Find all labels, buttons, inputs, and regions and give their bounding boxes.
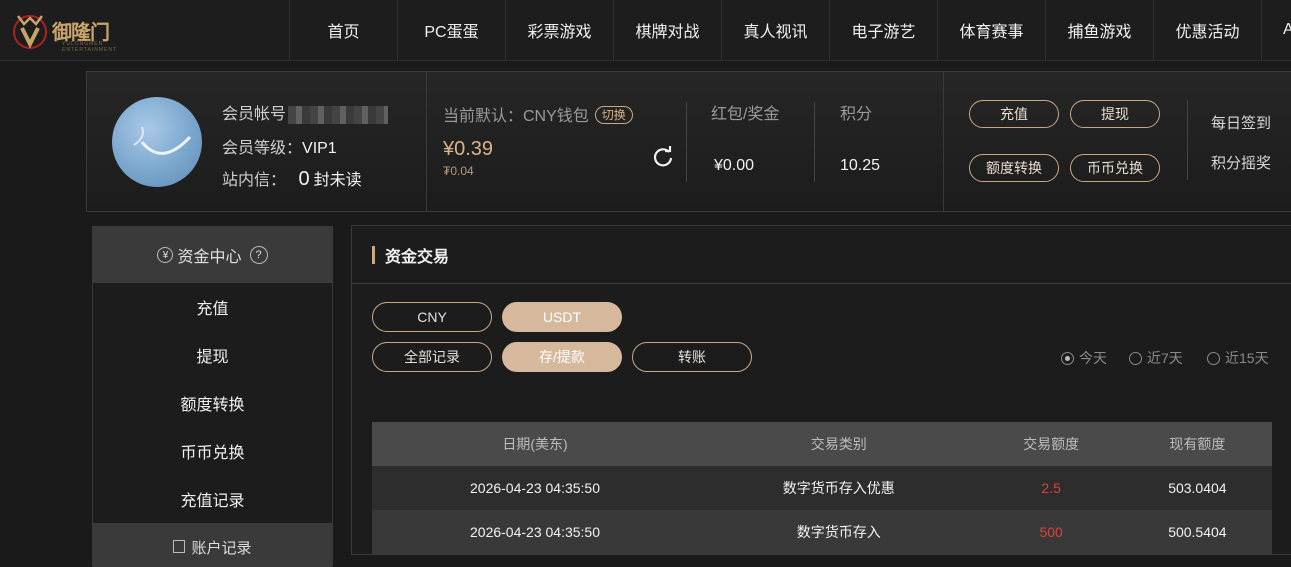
transactions-panel: 资金交易 CNY USDT 全部记录 存/提款 转账 今天 近7天 近15天 日… <box>351 225 1291 555</box>
nav-more[interactable]: A <box>1261 0 1291 60</box>
help-icon[interactable]: ? <box>249 246 268 264</box>
range-15-days-label: 近15天 <box>1225 350 1269 366</box>
col-balance: 现有额度 <box>1122 422 1272 466</box>
range-today-label: 今天 <box>1079 350 1107 366</box>
member-level: 会员等级：VIP1 <box>222 134 337 158</box>
nav-slots[interactable]: 电子游艺 <box>829 0 937 60</box>
wallet-balance: ¥0.39 <box>443 138 494 160</box>
sidebar-header-records: 账户记录 <box>93 523 332 567</box>
member-account: 会员帐号 <box>222 100 389 124</box>
inbox[interactable]: 站内信： 0 封未读 <box>222 166 362 191</box>
sidebar-item-transfer[interactable]: 额度转换 <box>93 379 332 427</box>
divider <box>426 72 427 211</box>
nav-lottery[interactable]: 彩票游戏 <box>505 0 613 60</box>
exchange-button[interactable]: 币币兑换 <box>1070 154 1160 182</box>
tab-cny[interactable]: CNY <box>372 302 492 332</box>
member-level-label: 会员等级： <box>222 140 303 157</box>
account-panel: 会员帐号 会员等级：VIP1 站内信： 0 封未读 当前默认：CNY钱包 切换 ¥0… <box>86 71 1291 212</box>
divider <box>814 102 815 182</box>
tab-usdt[interactable]: USDT <box>502 302 622 332</box>
section-header: 资金交易 <box>352 226 1291 284</box>
records-icon <box>173 540 186 553</box>
unread-suffix: 封未读 <box>313 172 362 189</box>
sidebar: ¥ 资金中心 ? 充值 提现 额度转换 币币兑换 充值记录 账户记录 <box>92 226 333 567</box>
tab-transfer[interactable]: 转账 <box>632 342 752 372</box>
nav-promotions[interactable]: 优惠活动 <box>1153 0 1261 60</box>
cell-date: 2026-04-23 04:35:50 <box>372 510 698 554</box>
sidebar-item-deposit[interactable]: 充值 <box>93 283 332 331</box>
divider <box>1187 100 1188 180</box>
transfer-button[interactable]: 额度转换 <box>969 154 1059 182</box>
daily-signin-link[interactable]: 每日签到 <box>1211 112 1271 133</box>
range-today[interactable]: 今天 <box>1061 348 1107 368</box>
range-7-days[interactable]: 近7天 <box>1129 348 1183 368</box>
nav-live-casino[interactable]: 真人视讯 <box>721 0 829 60</box>
points-value: 10.25 <box>840 157 881 174</box>
switch-wallet-button[interactable]: 切换 <box>594 106 633 124</box>
tab-all-records[interactable]: 全部记录 <box>372 342 492 372</box>
dragon-logo-icon <box>13 15 47 49</box>
divider <box>686 102 687 182</box>
deposit-button[interactable]: 充值 <box>969 100 1059 128</box>
masked-username <box>288 105 389 124</box>
table-row: 2026-04-23 04:35:50 数字货币存入优惠 2.5 503.040… <box>372 466 1272 510</box>
top-navigation-bar: 御隆门 YULONGMEN ENTERTAINMENT 首页 PC蛋蛋 彩票游戏… <box>0 0 1291 61</box>
logo-subtext: YULONGMEN ENTERTAINMENT <box>62 41 118 53</box>
cell-type: 数字货币存入 <box>698 510 980 554</box>
inbox-label: 站内信： <box>222 172 287 189</box>
nav-card-games[interactable]: 棋牌对战 <box>613 0 721 60</box>
cell-amount: 500 <box>979 510 1123 554</box>
table-row: 2026-04-23 04:35:50 数字货币存入 500 500.5404 <box>372 510 1272 554</box>
yen-icon: ¥ <box>157 247 174 263</box>
col-amount: 交易额度 <box>979 422 1123 466</box>
member-account-label: 会员帐号 <box>222 106 287 123</box>
sidebar-item-exchange[interactable]: 币币兑换 <box>93 427 332 475</box>
sidebar-item-withdraw[interactable]: 提现 <box>93 331 332 379</box>
default-wallet-label: 当前默认：CNY钱包 <box>443 108 589 125</box>
cell-amount: 2.5 <box>979 466 1123 510</box>
range-7-days-label: 近7天 <box>1147 350 1183 366</box>
refresh-icon[interactable] <box>652 146 674 168</box>
section-title: 资金交易 <box>385 248 450 266</box>
withdraw-button[interactable]: 提现 <box>1070 100 1160 128</box>
points-lottery-link[interactable]: 积分摇奖 <box>1211 152 1271 173</box>
cell-type: 数字货币存入优惠 <box>698 466 980 510</box>
range-15-days[interactable]: 近15天 <box>1207 348 1269 368</box>
bonus-label: 红包/奖金 <box>711 106 780 123</box>
default-wallet: 当前默认：CNY钱包 切换 <box>443 102 633 126</box>
radio-icon <box>1207 351 1220 365</box>
sidebar-item-deposit-records[interactable]: 充值记录 <box>93 475 332 523</box>
nav-fishing[interactable]: 捕鱼游戏 <box>1045 0 1153 60</box>
radio-selected-icon <box>1061 351 1074 365</box>
sidebar-header-label: 资金中心 <box>177 249 242 266</box>
col-type: 交易类别 <box>698 422 980 466</box>
main-nav: 首页 PC蛋蛋 彩票游戏 棋牌对战 真人视讯 电子游艺 体育赛事 捕鱼游戏 优惠… <box>289 0 1291 60</box>
col-date: 日期(美东) <box>372 422 698 466</box>
divider <box>943 72 944 211</box>
unread-count: 0 <box>298 168 310 190</box>
sidebar-header2-label: 账户记录 <box>191 540 252 557</box>
sidebar-header-funds: ¥ 资金中心 ? <box>93 227 332 283</box>
nav-sports[interactable]: 体育赛事 <box>937 0 1045 60</box>
cell-balance: 500.5404 <box>1122 510 1272 554</box>
points-label: 积分 <box>840 106 873 123</box>
avatar-image <box>133 126 192 155</box>
nav-pc-egg[interactable]: PC蛋蛋 <box>397 0 505 60</box>
cell-balance: 503.0404 <box>1122 466 1272 510</box>
site-logo[interactable]: 御隆门 YULONGMEN ENTERTAINMENT <box>10 8 120 53</box>
header-accent-bar <box>372 245 375 264</box>
bonus-value: ¥0.00 <box>714 157 755 174</box>
cell-date: 2026-04-23 04:35:50 <box>372 466 698 510</box>
tab-deposit-withdraw[interactable]: 存/提款 <box>502 342 622 372</box>
avatar[interactable] <box>112 97 202 187</box>
member-level-value: VIP1 <box>302 140 337 157</box>
nav-home[interactable]: 首页 <box>289 0 397 60</box>
radio-icon <box>1129 351 1142 365</box>
transactions-table: 日期(美东) 交易类别 交易额度 现有额度 2026-04-23 04:35:5… <box>372 422 1272 554</box>
table-header-row: 日期(美东) 交易类别 交易额度 现有额度 <box>372 422 1272 466</box>
wallet-balance-usdt: ₮0.04 <box>443 164 474 178</box>
